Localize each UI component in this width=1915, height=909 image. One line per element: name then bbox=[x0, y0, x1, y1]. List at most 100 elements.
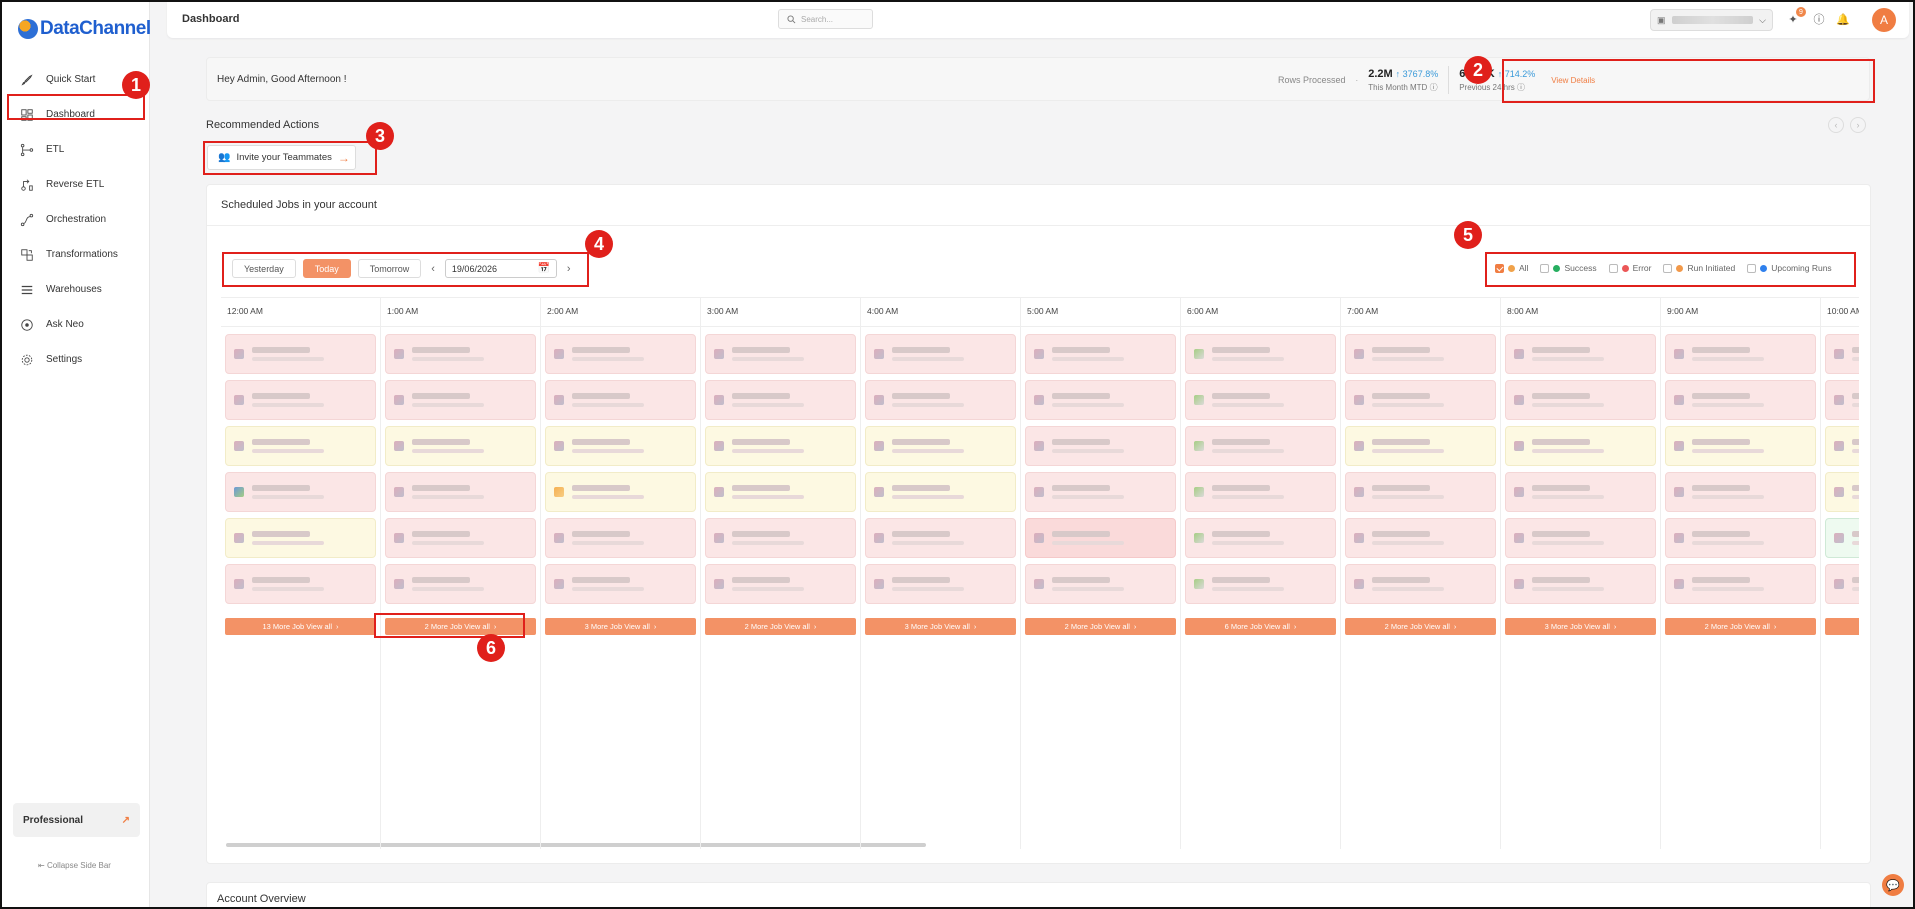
job-card[interactable] bbox=[225, 426, 376, 466]
job-card[interactable] bbox=[865, 472, 1016, 512]
job-card[interactable] bbox=[545, 334, 696, 374]
view-more-jobs-button[interactable]: 3 More Job View all› bbox=[545, 618, 696, 635]
job-card[interactable] bbox=[865, 426, 1016, 466]
sidebar-item-reverse-etl[interactable]: Reverse ETL bbox=[2, 167, 150, 202]
view-more-jobs-button[interactable]: 6 More Job View all › bbox=[1185, 618, 1336, 635]
job-card[interactable] bbox=[1185, 426, 1336, 466]
job-card[interactable] bbox=[1025, 426, 1176, 466]
external-link-icon[interactable]: ↗ bbox=[122, 815, 130, 826]
sidebar-item-warehouses[interactable]: Warehouses bbox=[2, 272, 150, 307]
view-more-jobs-button[interactable]: 2 More Job View all › bbox=[1665, 618, 1816, 635]
search-input[interactable]: Search... bbox=[778, 9, 873, 29]
job-card[interactable] bbox=[1505, 334, 1656, 374]
logo[interactable]: DataChannel bbox=[18, 18, 151, 40]
job-card[interactable] bbox=[1665, 426, 1816, 466]
view-more-jobs-button[interactable]: 3 More Job View all› bbox=[1825, 618, 1859, 635]
job-card[interactable] bbox=[705, 380, 856, 420]
job-card[interactable] bbox=[1025, 564, 1176, 604]
job-card[interactable] bbox=[1345, 472, 1496, 512]
job-card[interactable] bbox=[225, 334, 376, 374]
connector-icon bbox=[1194, 579, 1204, 589]
job-card[interactable] bbox=[545, 380, 696, 420]
help-icon[interactable]: ⓘ bbox=[1811, 11, 1827, 27]
sidebar-item-settings[interactable]: Settings bbox=[2, 342, 150, 377]
job-card[interactable] bbox=[1825, 472, 1859, 512]
job-card[interactable] bbox=[1185, 380, 1336, 420]
job-card[interactable] bbox=[1665, 472, 1816, 512]
job-card[interactable] bbox=[1185, 518, 1336, 558]
job-card[interactable] bbox=[1345, 334, 1496, 374]
job-card[interactable] bbox=[1345, 426, 1496, 466]
job-card[interactable] bbox=[705, 564, 856, 604]
job-card[interactable] bbox=[385, 518, 536, 558]
job-card[interactable] bbox=[545, 426, 696, 466]
job-card[interactable] bbox=[865, 334, 1016, 374]
job-card[interactable] bbox=[1825, 426, 1859, 466]
job-card[interactable] bbox=[1505, 518, 1656, 558]
job-card[interactable] bbox=[705, 518, 856, 558]
collapse-sidebar-button[interactable]: ⇤ Collapse Side Bar bbox=[38, 861, 111, 870]
job-card[interactable] bbox=[865, 380, 1016, 420]
job-card[interactable] bbox=[1345, 518, 1496, 558]
job-card[interactable] bbox=[225, 380, 376, 420]
job-card[interactable] bbox=[1665, 334, 1816, 374]
job-card[interactable] bbox=[705, 426, 856, 466]
job-card[interactable] bbox=[1825, 334, 1859, 374]
info-icon[interactable]: ⓘ bbox=[1430, 83, 1438, 92]
job-card[interactable] bbox=[1665, 564, 1816, 604]
view-more-jobs-button[interactable]: 2 More Job View all › bbox=[1345, 618, 1496, 635]
sidebar-item-orchestration[interactable]: Orchestration bbox=[2, 202, 150, 237]
job-card[interactable] bbox=[1505, 380, 1656, 420]
job-card[interactable] bbox=[1185, 472, 1336, 512]
job-card[interactable] bbox=[225, 564, 376, 604]
job-card[interactable] bbox=[1825, 564, 1859, 604]
job-card[interactable] bbox=[1185, 334, 1336, 374]
chevron-right-icon[interactable]: › bbox=[1850, 117, 1866, 133]
plan-card[interactable]: Professional ↗ bbox=[13, 803, 140, 837]
avatar[interactable]: A bbox=[1872, 8, 1896, 32]
job-card[interactable] bbox=[225, 472, 376, 512]
job-card[interactable] bbox=[705, 334, 856, 374]
chevron-left-icon[interactable]: ‹ bbox=[1828, 117, 1844, 133]
sidebar-item-etl[interactable]: ETL bbox=[2, 132, 150, 167]
job-card[interactable] bbox=[385, 334, 536, 374]
chat-icon[interactable]: 💬 bbox=[1882, 874, 1904, 896]
job-card[interactable] bbox=[1025, 380, 1176, 420]
job-card[interactable] bbox=[1825, 380, 1859, 420]
job-card[interactable] bbox=[385, 564, 536, 604]
sidebar-item-transformations[interactable]: Transformations bbox=[2, 237, 150, 272]
job-card[interactable] bbox=[385, 426, 536, 466]
job-card[interactable] bbox=[385, 380, 536, 420]
view-more-jobs-button[interactable]: 2 More Job View all › bbox=[1025, 618, 1176, 635]
job-card[interactable] bbox=[1185, 564, 1336, 604]
job-card[interactable] bbox=[1505, 564, 1656, 604]
job-card[interactable] bbox=[545, 518, 696, 558]
sparkle-icon[interactable]: ✦ 9 bbox=[1785, 7, 1806, 27]
job-card[interactable] bbox=[225, 518, 376, 558]
job-card[interactable] bbox=[1665, 380, 1816, 420]
view-more-jobs-button[interactable]: 2 More Job View all › bbox=[705, 618, 856, 635]
job-card[interactable] bbox=[1025, 334, 1176, 374]
bell-icon[interactable]: 🔔 bbox=[1835, 11, 1851, 27]
view-more-jobs-button[interactable]: 13 More Job View all › bbox=[225, 618, 376, 635]
job-card[interactable] bbox=[1025, 472, 1176, 512]
sidebar-item-ask-neo[interactable]: Ask Neo bbox=[2, 307, 150, 342]
job-card[interactable] bbox=[865, 518, 1016, 558]
job-card[interactable] bbox=[1505, 472, 1656, 512]
job-card[interactable] bbox=[545, 564, 696, 604]
job-card[interactable] bbox=[1825, 518, 1859, 558]
job-card[interactable] bbox=[1345, 564, 1496, 604]
job-card[interactable] bbox=[1665, 518, 1816, 558]
job-card[interactable] bbox=[1505, 426, 1656, 466]
jobs-timeline[interactable]: 12:00 AM 13 More Job View all › 1:00 AM 2 Mo… bbox=[221, 297, 1859, 849]
job-card[interactable] bbox=[545, 472, 696, 512]
job-name-blurred bbox=[1532, 439, 1604, 453]
job-card[interactable] bbox=[865, 564, 1016, 604]
view-more-jobs-button[interactable]: 3 More Job View all› bbox=[865, 618, 1016, 635]
view-more-jobs-button[interactable]: 3 More Job View all› bbox=[1505, 618, 1656, 635]
job-card[interactable] bbox=[1025, 518, 1176, 558]
job-card[interactable] bbox=[705, 472, 856, 512]
job-card[interactable] bbox=[385, 472, 536, 512]
account-selector[interactable]: ▣ ⌵ bbox=[1650, 9, 1773, 31]
job-card[interactable] bbox=[1345, 380, 1496, 420]
